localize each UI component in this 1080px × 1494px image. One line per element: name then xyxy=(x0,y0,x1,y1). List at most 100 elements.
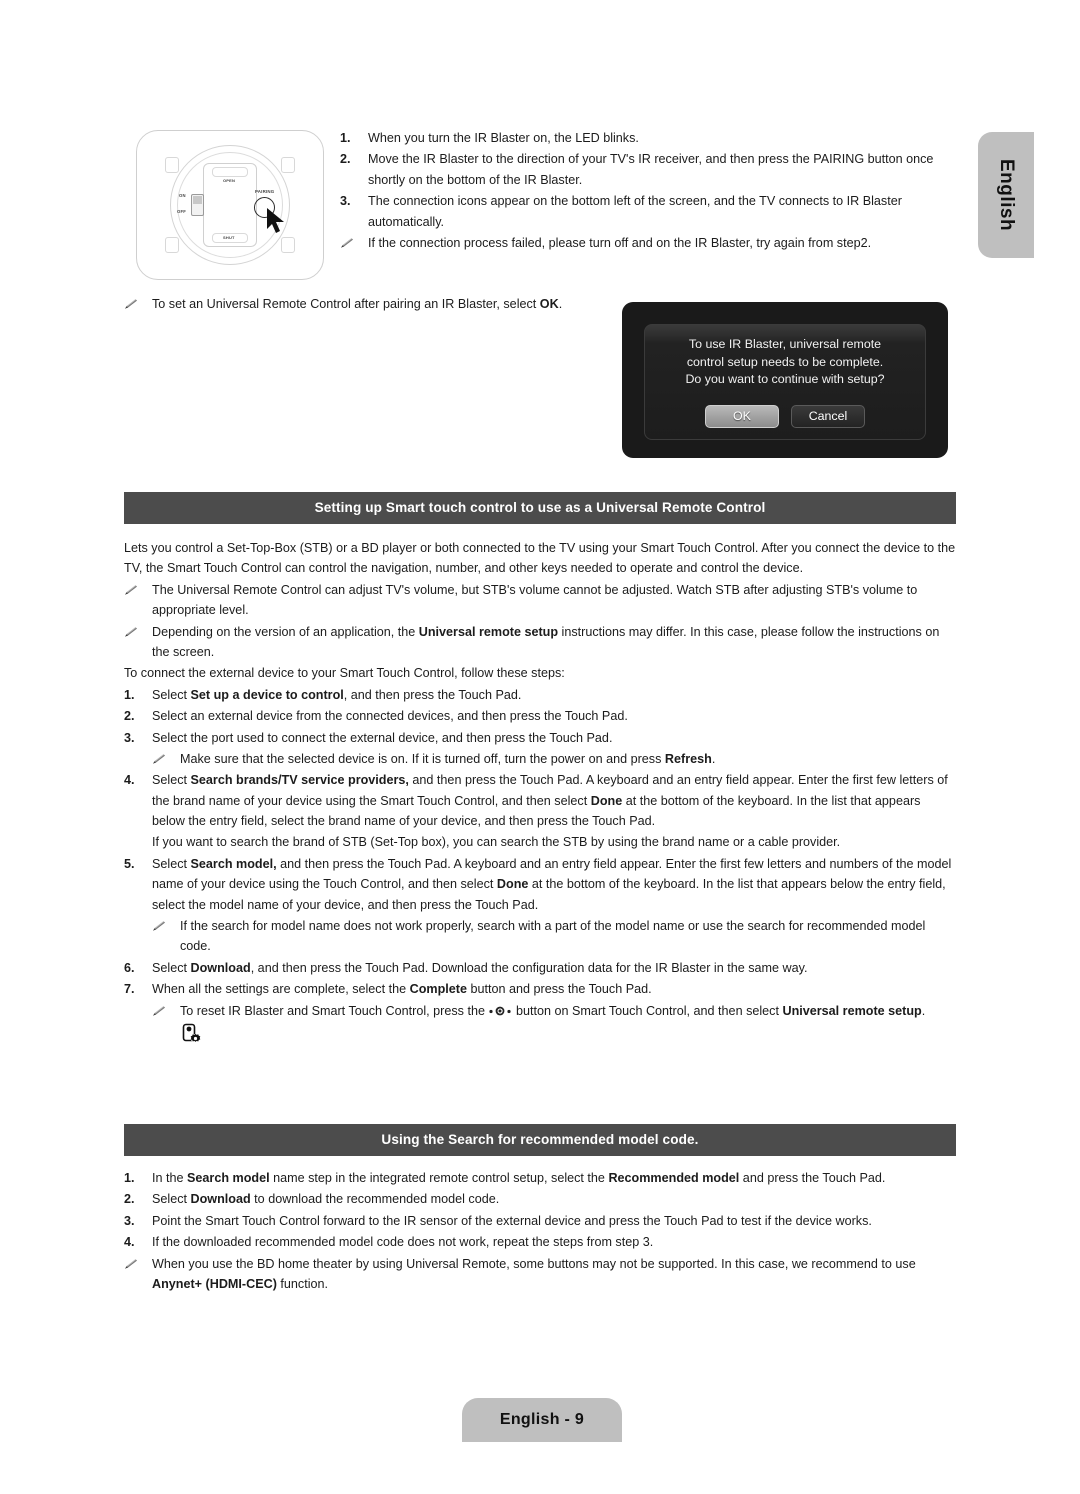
cancel-button[interactable]: Cancel xyxy=(791,404,865,428)
list-text-bold2: Done xyxy=(590,793,623,808)
note-text: The Universal Remote Control can adjust … xyxy=(152,582,918,618)
list-item: 7. When all the settings are complete, s… xyxy=(124,979,956,999)
dialog-message-line1: To use IR Blaster, universal remote xyxy=(688,337,882,352)
ir-label-open: OPEN xyxy=(223,178,236,183)
section-universal-remote: Setting up Smart touch control to use as… xyxy=(124,492,956,1046)
list-text-prefix: In the xyxy=(152,1171,188,1185)
note-text: When you use the BD home theater by usin… xyxy=(152,1254,956,1295)
remote-button-glyph-icon xyxy=(488,1006,512,1016)
note-pencil-icon xyxy=(152,916,180,936)
list-text: Select Search model, and then press the … xyxy=(152,854,956,915)
note-item: The Universal Remote Control can adjust … xyxy=(124,580,956,621)
note-pencil-icon xyxy=(124,580,152,600)
list-item: 2. Select Download to download the recom… xyxy=(124,1189,956,1209)
list-text-bold: Search model, xyxy=(190,856,277,871)
manual-page: English ON OFF OPEN SHUT PAIRING 1. When… xyxy=(0,0,1080,1494)
note-item: When you use the BD home theater by usin… xyxy=(124,1254,956,1295)
list-text-suffix: and press the Touch Pad. xyxy=(739,1171,886,1185)
list-marker: 4. xyxy=(124,1235,135,1250)
note-pencil-icon xyxy=(124,1254,152,1274)
note-text: Depending on the version of an applicati… xyxy=(152,622,956,663)
note-pencil-icon xyxy=(152,749,180,769)
list-item-extra: If you want to search the brand of STB (… xyxy=(124,832,956,852)
list-marker: 2. xyxy=(124,709,135,724)
note-text-prefix: Depending on the version of an applicati… xyxy=(152,624,419,639)
list-text: When all the settings are complete, sele… xyxy=(152,979,956,999)
note-text-suffix: . xyxy=(558,297,563,311)
note-text-bold: Refresh xyxy=(664,751,712,766)
list-item: 3. Select the port used to connect the e… xyxy=(124,728,956,748)
list-text-prefix: Select xyxy=(152,856,191,871)
list-text-bold: Search brands/TV service providers, xyxy=(190,773,409,788)
list-text: Select Download to download the recommen… xyxy=(152,1189,956,1209)
ir-label-shut: SHUT xyxy=(223,235,235,240)
list-marker: 3. xyxy=(124,730,135,745)
note-text-prefix: Make sure that the selected device is on… xyxy=(180,751,665,766)
ir-power-switch xyxy=(191,194,204,216)
note-text: To reset IR Blaster and Smart Touch Cont… xyxy=(180,1001,956,1021)
list-marker: 1. xyxy=(124,1171,135,1185)
list-text: If you want to search the brand of STB (… xyxy=(152,835,841,850)
list-text: Select an external device from the conne… xyxy=(152,709,628,724)
section-recommended-model-code: Using the Search for recommended model c… xyxy=(124,1124,956,1295)
dialog-button-row: OK Cancel xyxy=(705,404,865,428)
list-marker: 7. xyxy=(124,982,135,997)
ir-pad-top-right xyxy=(281,157,295,173)
note-text-bold: OK xyxy=(539,297,559,311)
note-item: Depending on the version of an applicati… xyxy=(124,622,956,663)
note-text-suffix: function. xyxy=(276,1276,328,1291)
list-marker: 3. xyxy=(340,194,351,209)
ir-pad-top-left xyxy=(165,157,179,173)
note-text: Make sure that the selected device is on… xyxy=(180,749,956,769)
list-item: 2. Select an external device from the co… xyxy=(124,706,956,726)
tv-dialog-screenshot: To use IR Blaster, universal remote cont… xyxy=(622,302,948,458)
list-text: Select Set up a device to control, and t… xyxy=(152,685,956,705)
ir-label-on: ON xyxy=(179,193,186,198)
language-tab: English xyxy=(978,132,1034,258)
list-text-suffix: to download the recommended model code. xyxy=(250,1192,500,1207)
ir-label-pairing: PAIRING xyxy=(255,189,275,194)
section1-intro: Lets you control a Set-Top-Box (STB) or … xyxy=(124,541,956,576)
note-text-prefix: When you use the BD home theater by usin… xyxy=(152,1256,916,1271)
language-tab-label: English xyxy=(996,158,1017,232)
dialog-panel: To use IR Blaster, universal remote cont… xyxy=(644,324,926,440)
list-marker: 4. xyxy=(124,773,135,788)
remote-setup-gear-icon xyxy=(182,1023,202,1045)
list-item: 1. Select Set up a device to control, an… xyxy=(124,685,956,705)
dialog-message: To use IR Blaster, universal remote cont… xyxy=(675,336,894,389)
list-marker: 2. xyxy=(340,152,351,167)
note-item: If the search for model name does not wo… xyxy=(124,916,956,957)
note-text: If the search for model name does not wo… xyxy=(180,919,926,954)
page-footer: English - 9 xyxy=(462,1398,622,1442)
note-pencil-icon xyxy=(340,233,368,253)
note-text-bold: Universal remote setup xyxy=(418,624,559,639)
note-text-suffix: . xyxy=(711,751,716,766)
list-marker: 5. xyxy=(124,856,135,871)
list-text: When you turn the IR Blaster on, the LED… xyxy=(368,131,639,145)
list-item: 1. When you turn the IR Blaster on, the … xyxy=(340,128,956,148)
list-text-suffix: button and press the Touch Pad. xyxy=(467,982,652,997)
note-item: Make sure that the selected device is on… xyxy=(124,749,956,769)
list-text: In the Search model name step in the int… xyxy=(152,1168,956,1188)
list-marker: 3. xyxy=(124,1213,135,1228)
list-item: 5. Select Search model, and then press t… xyxy=(124,854,956,915)
note-text-bold: Anynet+ (HDMI-CEC) xyxy=(152,1276,277,1291)
list-text-bold2: Recommended model xyxy=(608,1171,740,1185)
figure-and-steps-row: ON OFF OPEN SHUT PAIRING 1. When you tur… xyxy=(124,128,956,280)
list-text-prefix: Select xyxy=(152,960,191,975)
pairing-steps-block: 1. When you turn the IR Blaster on, the … xyxy=(340,128,956,254)
page-number-label: English - 9 xyxy=(499,1411,585,1428)
list-text: Move the IR Blaster to the direction of … xyxy=(368,152,934,187)
remote-settings-icon-row xyxy=(124,1023,956,1045)
ir-blaster-diagram: ON OFF OPEN SHUT PAIRING xyxy=(136,130,324,280)
ok-button[interactable]: OK xyxy=(705,404,779,428)
list-text: If the downloaded recommended model code… xyxy=(152,1235,654,1250)
list-text: Select Search brands/TV service provider… xyxy=(152,770,956,831)
list-marker: 2. xyxy=(124,1192,135,1207)
list-text: Select Download, and then press the Touc… xyxy=(152,958,956,978)
list-text-bold: Search model xyxy=(187,1171,270,1185)
dialog-message-line2: control setup needs to be complete. xyxy=(686,354,884,369)
list-text-prefix: Select xyxy=(152,773,191,788)
section-heading-2: Using the Search for recommended model c… xyxy=(124,1124,956,1156)
section-heading-1: Setting up Smart touch control to use as… xyxy=(124,492,956,524)
